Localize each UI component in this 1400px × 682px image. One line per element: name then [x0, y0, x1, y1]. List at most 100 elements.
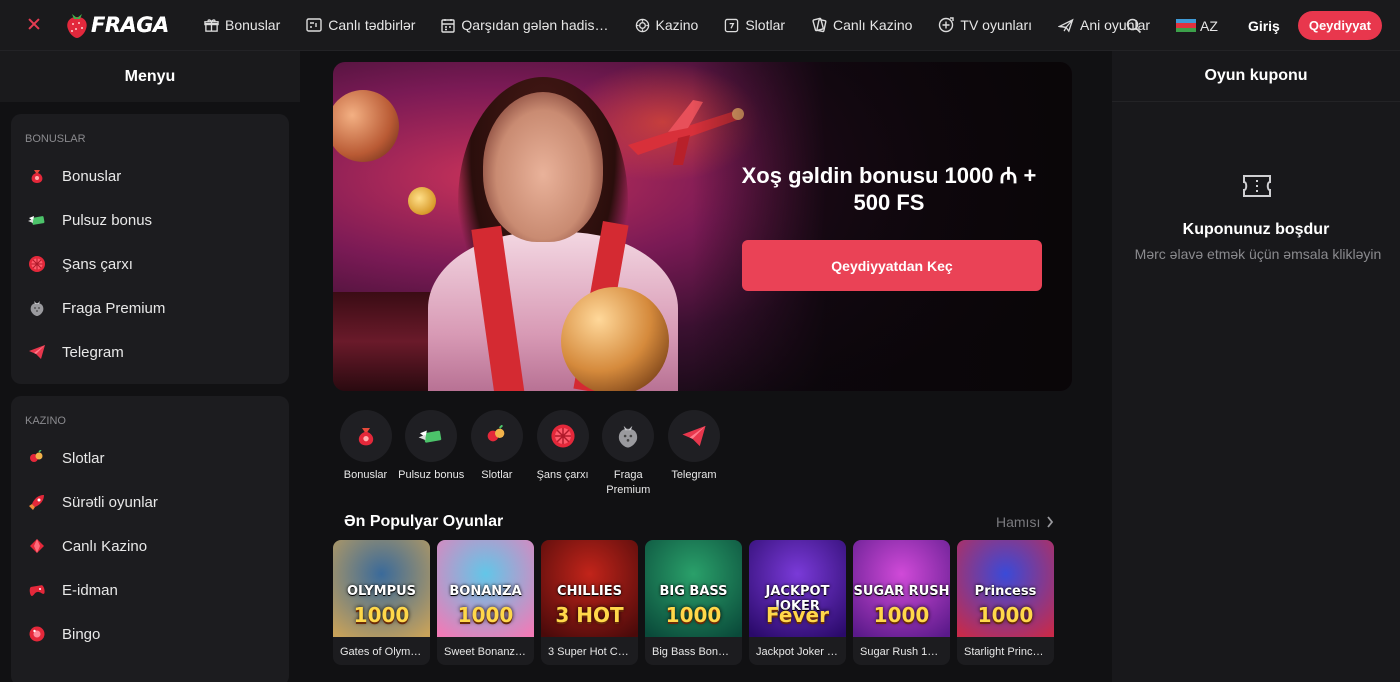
game-card[interactable]: SUGAR RUSH 1000 Sugar Rush 10… — [853, 540, 950, 665]
banner-title: Xoş gəldin bonusu 1000 ₼ + 500 FS — [741, 163, 1037, 215]
language-code: AZ — [1200, 17, 1218, 34]
strawberry-icon — [602, 410, 655, 462]
game-art-title: SUGAR RUSH — [853, 584, 950, 599]
see-all-link[interactable]: Hamısı — [996, 514, 1054, 530]
nav-label: Canlı tədbirlər — [328, 17, 416, 33]
esports-icon — [26, 579, 48, 601]
chevron-right-icon — [1047, 516, 1054, 528]
menu-item-label: Slotlar — [62, 449, 105, 467]
telegram-icon — [667, 410, 720, 462]
nav-item-casino[interactable]: Kazino — [635, 0, 698, 51]
nav-item-live-casino[interactable]: Canlı Kazino — [811, 0, 912, 51]
telegram-icon — [26, 341, 48, 363]
menu-item-fast-games[interactable]: Sürətli oyunlar — [11, 480, 289, 524]
slot-machine-icon — [725, 18, 739, 32]
quick-link-slots[interactable]: Slotlar — [470, 410, 523, 498]
money-bag-icon — [26, 165, 48, 187]
game-card[interactable]: Princess 1000 Starlight Prince… — [957, 540, 1054, 665]
game-art-title: Princess — [974, 584, 1037, 599]
rocket-icon — [26, 491, 48, 513]
menu-item-free-bonus[interactable]: Pulsuz bonus — [11, 198, 289, 242]
game-card[interactable]: JACKPOT JOKER Fever Jackpot Joker … — [749, 540, 846, 665]
quick-link-fortune-wheel[interactable]: Şans çarxı — [536, 410, 589, 498]
fortune-wheel-icon — [536, 410, 589, 462]
menu-section-title: KAZINO — [25, 415, 66, 427]
quick-link-label: Telegram — [671, 469, 717, 481]
cards-icon — [812, 17, 827, 33]
quick-link-label: Slotlar — [481, 469, 513, 481]
game-title: Big Bass Bona… — [652, 646, 736, 658]
quick-link-label: Pulsuz bonus — [398, 469, 465, 481]
nav-item-live-events[interactable]: Canlı tədbirlər — [306, 0, 415, 51]
quick-link-bonuses[interactable]: Bonuslar — [339, 410, 392, 498]
coupon-hint: Mərc əlavə etmək üçün əmsala klikləyin — [1134, 246, 1382, 262]
game-art-number: 1000 — [457, 603, 514, 627]
nav-item-bonuses[interactable]: Bonuslar — [204, 0, 280, 51]
close-icon[interactable] — [24, 15, 44, 35]
game-art-number: 1000 — [977, 603, 1034, 627]
gift-icon — [204, 18, 219, 32]
plane-icon — [1058, 18, 1074, 33]
search-icon[interactable] — [1126, 16, 1146, 36]
game-thumbnail: BIG BASS 1000 — [645, 540, 742, 637]
game-card[interactable]: OLYMPUS 1000 Gates of Olym… — [333, 540, 430, 665]
nav-item-tv-games[interactable]: TV oyunları — [938, 0, 1032, 51]
nav-item-slots[interactable]: Slotlar — [724, 0, 785, 51]
menu-item-label: Pulsuz bonus — [62, 211, 153, 229]
live-events-icon — [306, 18, 322, 32]
menu-item-fortune-wheel[interactable]: Şans çarxı — [11, 242, 289, 286]
game-art-title: BONANZA — [449, 584, 522, 599]
register-button[interactable]: Qeydiyyatdan Keç — [742, 240, 1042, 291]
brand-logo[interactable]: FRAGA — [64, 11, 182, 39]
menu-item-live-casino[interactable]: Canlı Kazino — [11, 524, 289, 568]
menu-item-label: Şans çarxı — [62, 255, 133, 273]
game-title: 3 Super Hot Ch… — [548, 646, 635, 658]
header-actions: AZ Giriş Qeydiyyat — [1126, 0, 1382, 51]
signup-button[interactable]: Qeydiyyat — [1297, 11, 1382, 40]
menu-item-label: Sürətli oyunlar — [62, 493, 158, 511]
banner-character-face — [483, 92, 603, 242]
game-title: Sugar Rush 10… — [860, 646, 945, 658]
language-selector[interactable]: AZ — [1176, 18, 1218, 34]
coupon-empty-title: Kuponunuz boşdur — [1182, 221, 1330, 238]
menu-item-slots[interactable]: Slotlar — [11, 436, 289, 480]
casino-chip-icon — [635, 18, 649, 32]
menu-item-label: Bonuslar — [62, 167, 122, 185]
game-thumbnail: BONANZA 1000 — [437, 540, 534, 637]
coin-decoration — [408, 187, 436, 215]
menu-item-esports[interactable]: E-idman — [11, 568, 289, 612]
quick-link-telegram[interactable]: Telegram — [667, 410, 720, 498]
quick-link-fraga-premium[interactable]: Fraga Premium — [602, 410, 655, 498]
calendar-icon — [441, 18, 456, 33]
game-card[interactable]: BIG BASS 1000 Big Bass Bona… — [645, 540, 742, 665]
menu-item-bonuses[interactable]: Bonuslar — [11, 154, 289, 198]
nav-label: Bonuslar — [225, 17, 281, 33]
menu-item-label: Fraga Premium — [62, 299, 166, 317]
game-art-title: OLYMPUS — [346, 584, 417, 599]
banner-shade — [692, 62, 1072, 391]
bingo-ball-icon — [26, 623, 48, 645]
slot-reel-decoration — [333, 292, 443, 391]
game-art-number: 1000 — [873, 603, 930, 627]
quick-link-label: Şans çarxı — [536, 469, 589, 481]
money-bag-icon — [339, 410, 392, 462]
strawberry-icon — [64, 11, 90, 39]
menu-item-bingo[interactable]: Bingo — [11, 612, 289, 656]
game-card[interactable]: CHILLIES 3 HOT 3 Super Hot Ch… — [541, 540, 638, 665]
menu-item-fraga-premium[interactable]: Fraga Premium — [11, 286, 289, 330]
cash-wings-icon — [26, 209, 48, 231]
slot-icon — [470, 410, 523, 462]
nav-label: TV oyunları — [960, 17, 1032, 33]
quick-link-free-bonus[interactable]: Pulsuz bonus — [398, 410, 464, 498]
login-button[interactable]: Giriş — [1248, 18, 1280, 34]
nav-item-upcoming[interactable]: Qarşıdan gələn hadis… — [441, 0, 609, 51]
menu-item-telegram[interactable]: Telegram — [11, 330, 289, 374]
game-card[interactable]: BONANZA 1000 Sweet Bonanz… — [437, 540, 534, 665]
strawberry-icon — [26, 297, 48, 319]
fortune-wheel-icon — [26, 253, 48, 275]
menu-item-label: Canlı Kazino — [62, 537, 148, 555]
top-bar: FRAGA Bonuslar Canlı tədbirlər Qarşıdan … — [0, 0, 1400, 51]
game-art-number: 3 HOT — [555, 603, 624, 627]
game-thumbnail: JACKPOT JOKER Fever — [749, 540, 846, 637]
azerbaijan-flag-icon — [1176, 19, 1197, 32]
